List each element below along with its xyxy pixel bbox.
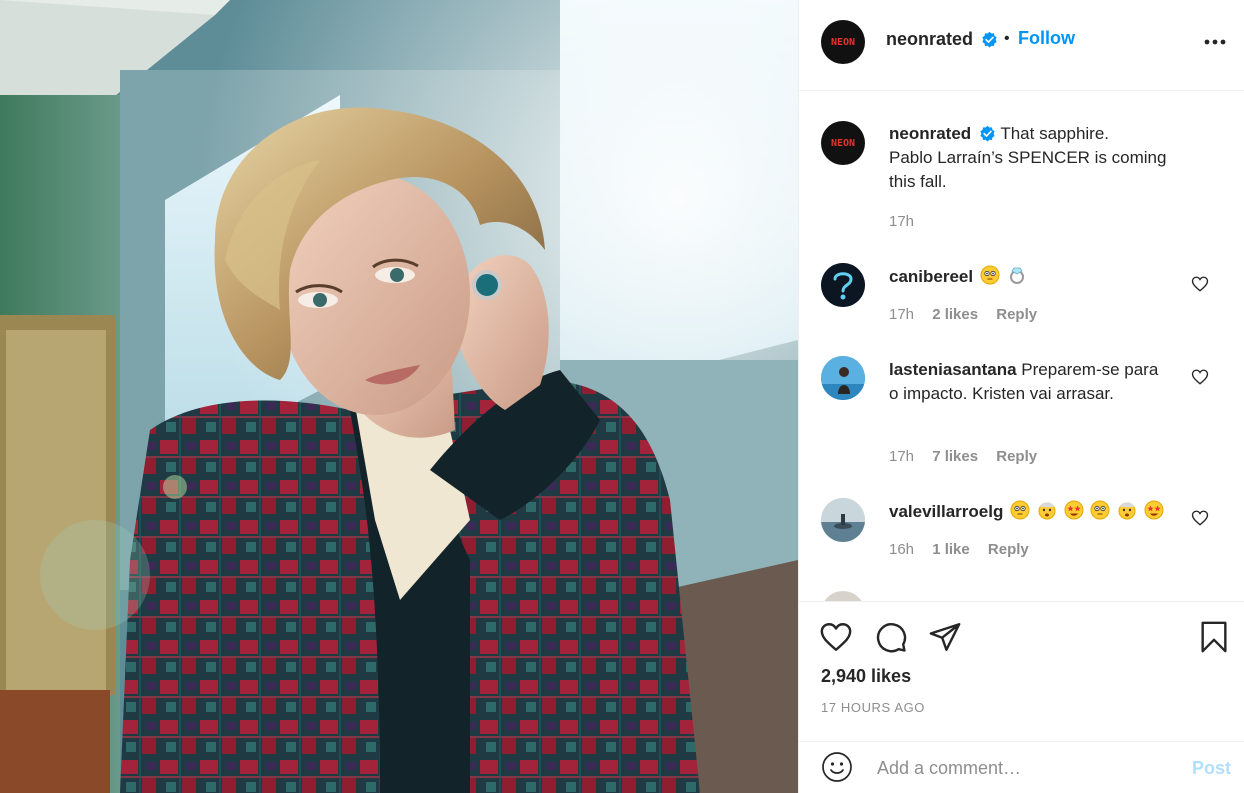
comment-input[interactable] [875, 754, 1179, 782]
comment-likes-count[interactable]: 7 likes [932, 448, 978, 465]
caption-username[interactable]: neonrated [889, 124, 971, 143]
bookmark-icon[interactable] [1197, 620, 1231, 654]
comment-time[interactable]: 17h [889, 448, 914, 465]
more-options-icon[interactable] [1201, 30, 1229, 54]
post-image [0, 0, 798, 793]
comment-icon[interactable] [874, 620, 908, 654]
post-time-ago[interactable]: 17 HOURS AGO [821, 700, 925, 715]
flushed-face-emoji-icon [1010, 500, 1030, 520]
author-username-row: neonrated [886, 29, 998, 50]
comments-section[interactable]: NEON neonrated That sapphire. Pablo Larr… [799, 91, 1244, 601]
comment-like-heart-icon[interactable] [1191, 368, 1209, 386]
avatar-image [821, 263, 865, 307]
caption-time[interactable]: 17h [889, 213, 914, 230]
ring-emoji-icon [1009, 267, 1024, 284]
exploding-head-emoji-icon [1118, 502, 1136, 520]
follow-button[interactable]: Follow [1018, 28, 1075, 49]
avatar-logo-text: NEON [830, 137, 856, 149]
comment-avatar[interactable] [821, 356, 865, 400]
comment-username[interactable]: valevillarroelg [889, 502, 1003, 521]
comment-likes-count[interactable]: 1 like [932, 541, 970, 558]
comment-text: valevillarroelg [889, 500, 1189, 524]
comment-text: canibereel [889, 265, 1189, 289]
star-struck-emoji-icon [1064, 500, 1084, 520]
avatar-logo-text: NEON [830, 36, 856, 48]
comment-like-heart-icon[interactable] [1191, 509, 1209, 527]
caption-avatar[interactable]: NEON [821, 121, 865, 165]
comment-username[interactable]: lasteniasantana [889, 360, 1017, 379]
verified-badge-icon [982, 31, 997, 48]
add-comment-bar: Post [799, 741, 1244, 793]
flushed-face-emoji-icon [980, 265, 1000, 285]
share-icon[interactable] [928, 620, 962, 654]
comment-meta: 17h 2 likes Reply [889, 306, 1051, 323]
exploding-head-emoji-icon [1038, 502, 1056, 520]
comment-time[interactable]: 16h [889, 541, 914, 558]
comment-avatar[interactable] [821, 498, 865, 542]
comment-avatar[interactable] [821, 591, 865, 601]
comment-meta: 17h 7 likes Reply [889, 448, 1051, 465]
comment-like-heart-icon[interactable] [1191, 275, 1209, 293]
comment-reply-button[interactable]: Reply [996, 306, 1037, 323]
caption-line1: That sapphire. [1000, 124, 1110, 143]
avatar-image [821, 356, 865, 400]
smiley-icon[interactable] [821, 751, 853, 783]
post-comment-button[interactable]: Post [1192, 758, 1231, 779]
comment-avatar[interactable] [821, 263, 865, 307]
avatar-image [821, 498, 865, 542]
comment-meta: 16h 1 like Reply [889, 541, 1043, 558]
likes-count[interactable]: 2,940 likes [821, 666, 911, 687]
verified-badge-icon [980, 125, 995, 142]
star-struck-emoji-icon [1144, 500, 1164, 520]
caption-body: Pablo Larraín’s SPENCER is coming this f… [889, 148, 1167, 191]
flushed-face-emoji-icon [1090, 500, 1110, 520]
heart-icon[interactable] [819, 620, 853, 654]
post-side-panel: NEON neonrated • Follow NEON neonrated T… [798, 0, 1244, 793]
author-username[interactable]: neonrated [886, 29, 973, 49]
instagram-post: NEON neonrated • Follow NEON neonrated T… [0, 0, 1244, 793]
comment-text: lasteniasantana Preparem-se para o impac… [889, 358, 1159, 406]
comment-username[interactable]: canibereel [889, 267, 973, 286]
comment-reply-button[interactable]: Reply [988, 541, 1029, 558]
post-photo[interactable] [0, 0, 798, 793]
caption-meta: 17h [889, 213, 928, 230]
comment-time[interactable]: 17h [889, 306, 914, 323]
comment-reply-button[interactable]: Reply [996, 448, 1037, 465]
header-separator: • [1004, 30, 1010, 47]
caption-text: neonrated That sapphire. Pablo Larraín’s… [889, 122, 1189, 194]
author-avatar[interactable]: NEON [821, 20, 865, 64]
comment-likes-count[interactable]: 2 likes [932, 306, 978, 323]
post-header: NEON neonrated • Follow [799, 0, 1244, 91]
post-actions: 2,940 likes 17 HOURS AGO [799, 601, 1244, 741]
